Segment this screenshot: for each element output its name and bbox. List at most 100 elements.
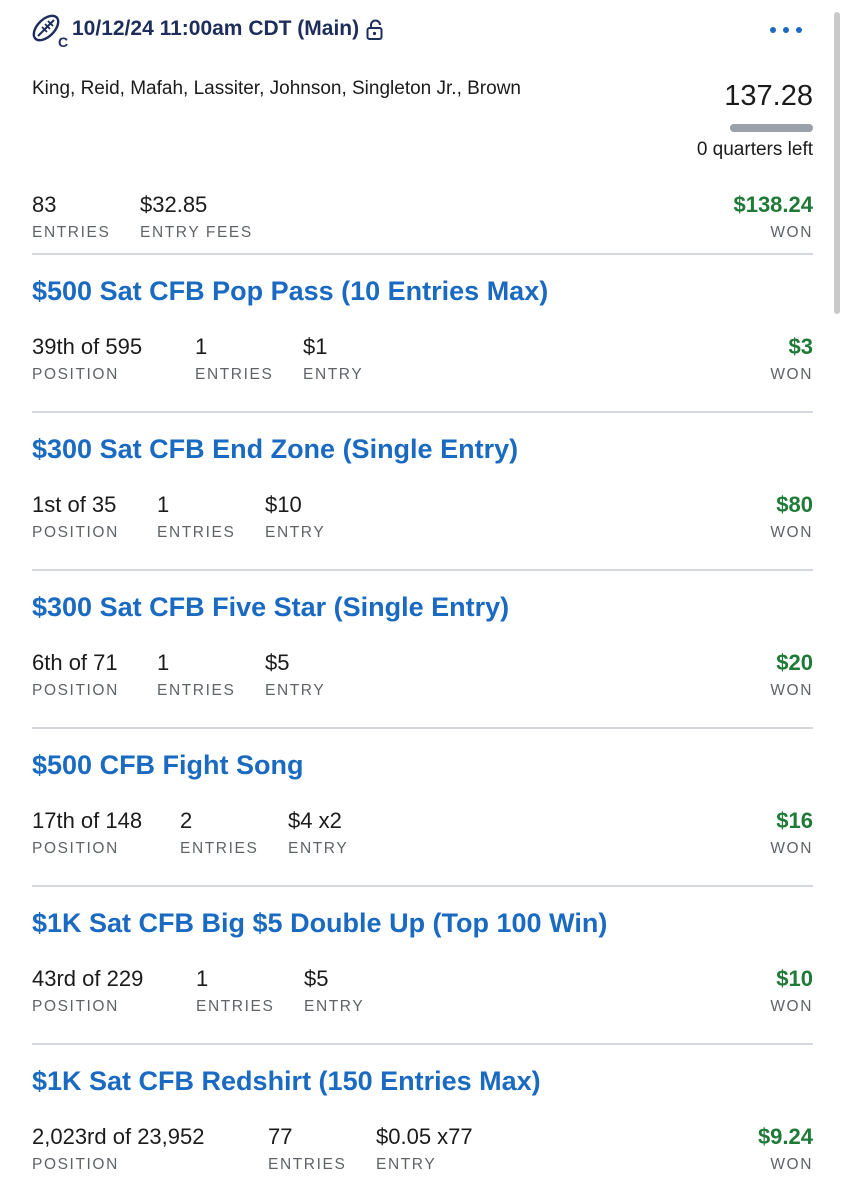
entry-fee-label: ENTRY [304,998,365,1015]
position-stat: 2,023rd of 23,952 POSITION [32,1124,204,1174]
position-value: 43rd of 229 [32,966,144,991]
won-label: WON [770,840,813,857]
more-horizontal-icon[interactable] [770,20,808,40]
contest-title[interactable]: $500 Sat CFB Pop Pass (10 Entries Max) [32,276,548,307]
contest-stats: 1st of 35 POSITION 1 ENTRIES $10 ENTRY $… [32,492,813,546]
entries-value: 2 [180,808,193,833]
entry-fee-value: $5 [265,650,290,675]
contest-card[interactable]: $300 Sat CFB End Zone (Single Entry) 1st… [0,412,845,570]
contest-stats: 6th of 71 POSITION 1 ENTRIES $5 ENTRY $2… [32,650,813,704]
entry-fee-value: $10 [265,492,302,517]
contest-card[interactable]: $500 Sat CFB Pop Pass (10 Entries Max) 3… [0,254,845,412]
contest-card[interactable]: $1K Sat CFB Redshirt (150 Entries Max) 2… [0,1044,845,1200]
entry-fee-label: ENTRY [303,366,364,383]
football-icon: C [32,14,68,48]
won-value: $10 [776,966,813,991]
lineup-players: King, Reid, Mafah, Lassiter, Johnson, Si… [32,78,521,99]
position-value: 2,023rd of 23,952 [32,1124,205,1149]
entries-value: 1 [196,966,209,991]
position-stat: 39th of 595 POSITION [32,334,142,384]
entry-fee-value: $0.05 x77 [376,1124,473,1149]
total-entries-stat: 83 ENTRIES [32,192,110,242]
entry-fee-label: ENTRY [265,524,326,541]
position-label: POSITION [32,840,119,857]
entries-stat: 1 ENTRIES [196,966,274,1016]
entry-fee-label: ENTRY [288,840,349,857]
won-value: $20 [776,650,813,675]
won-label: WON [770,366,813,383]
contest-title[interactable]: $1K Sat CFB Big $5 Double Up (Top 100 Wi… [32,908,607,939]
entries-value: 1 [195,334,208,359]
slate-title: 10/12/24 11:00am CDT (Main) [72,17,360,40]
contest-title[interactable]: $500 CFB Fight Song [32,750,304,781]
contest-stats: 17th of 148 POSITION 2 ENTRIES $4 x2 ENT… [32,808,813,862]
entry-fee-stat: $10 ENTRY [265,492,325,542]
won-stat: $16 WON [770,808,813,858]
position-label: POSITION [32,1156,119,1173]
contest-stats: 43rd of 229 POSITION 1 ENTRIES $5 ENTRY … [32,966,813,1020]
position-value: 17th of 148 [32,808,143,833]
entries-stat: 2 ENTRIES [180,808,258,858]
entry-fee-value: $4 x2 [288,808,342,833]
position-label: POSITION [32,524,119,541]
won-stat: $20 WON [770,650,813,700]
contest-title[interactable]: $300 Sat CFB End Zone (Single Entry) [32,434,518,465]
svg-text:C: C [58,34,68,48]
won-label: WON [770,682,813,699]
entries-stat: 77 ENTRIES [268,1124,346,1174]
entry-fee-stat: $5 ENTRY [265,650,325,700]
entry-fees-value: $32.85 [140,192,208,217]
entries-label: ENTRIES [180,840,259,857]
entry-fee-stat: $5 ENTRY [304,966,364,1016]
entries-value: 1 [157,650,170,675]
won-value: $80 [776,492,813,517]
entries-stat: 1 ENTRIES [157,492,235,542]
won-value: $16 [776,808,813,833]
entry-fee-value: $5 [304,966,329,991]
position-value: 6th of 71 [32,650,118,675]
lineup-score: 137.28 [724,80,813,112]
scrollbar[interactable] [834,12,840,314]
entry-fees-label: ENTRY FEES [140,224,253,241]
entry-fee-value: $1 [303,334,328,359]
position-stat: 43rd of 229 POSITION [32,966,143,1016]
summary-stats: 83 ENTRIES $32.85 ENTRY FEES $138.24 WON [32,192,813,246]
position-stat: 1st of 35 POSITION [32,492,119,542]
game-progress-fill [730,124,813,132]
won-value: $3 [788,334,813,359]
entries-value: 77 [268,1124,293,1149]
contest-stats: 2,023rd of 23,952 POSITION 77 ENTRIES $0… [32,1124,813,1178]
won-value: $9.24 [757,1124,813,1149]
total-won-value: $138.24 [733,192,813,217]
position-stat: 6th of 71 POSITION [32,650,119,700]
total-entries-label: ENTRIES [32,224,111,241]
entries-label: ENTRIES [157,524,236,541]
entry-fee-label: ENTRY [265,682,326,699]
contest-card[interactable]: $300 Sat CFB Five Star (Single Entry) 6t… [0,570,845,728]
contest-title[interactable]: $1K Sat CFB Redshirt (150 Entries Max) [32,1066,541,1097]
won-label: WON [770,998,813,1015]
total-won-stat: $138.24 WON [733,192,813,242]
contest-results-screen: C 10/12/24 11:00am CDT (Main) King, Reid… [0,0,845,1200]
contest-card[interactable]: $500 CFB Fight Song 17th of 148 POSITION… [0,728,845,886]
won-label: WON [770,1156,813,1173]
contest-title[interactable]: $300 Sat CFB Five Star (Single Entry) [32,592,509,623]
slate-header: C 10/12/24 11:00am CDT (Main) [0,0,845,64]
entry-fee-label: ENTRY [376,1156,437,1173]
won-stat: $10 WON [770,966,813,1016]
total-entries-value: 83 [32,192,57,217]
won-stat: $3 WON [770,334,813,384]
entries-value: 1 [157,492,170,517]
position-label: POSITION [32,998,119,1015]
entries-label: ENTRIES [196,998,275,1015]
entry-fees-stat: $32.85 ENTRY FEES [140,192,253,242]
entries-label: ENTRIES [195,366,274,383]
entry-fee-stat: $1 ENTRY [303,334,363,384]
position-label: POSITION [32,366,119,383]
contest-card[interactable]: $1K Sat CFB Big $5 Double Up (Top 100 Wi… [0,886,845,1044]
won-stat: $9.24 WON [758,1124,813,1174]
position-stat: 17th of 148 POSITION [32,808,142,858]
contest-stats: 39th of 595 POSITION 1 ENTRIES $1 ENTRY … [32,334,813,388]
entry-fee-stat: $4 x2 ENTRY [288,808,348,858]
won-label: WON [770,524,813,541]
